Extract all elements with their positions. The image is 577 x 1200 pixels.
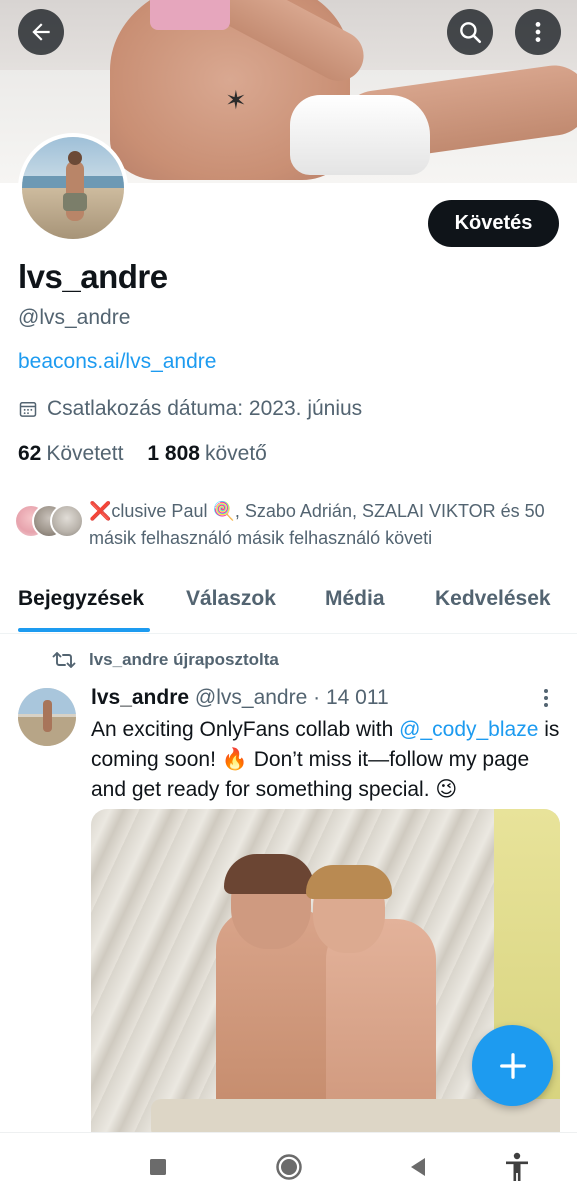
accessibility-button[interactable]: [501, 1151, 533, 1183]
banner-tattoo: ✶: [225, 85, 247, 115]
joined-date-text: Csatlakozás dátuma: 2023. június: [47, 397, 363, 420]
avatar-shorts: [63, 193, 87, 211]
post-avatar-person: [43, 700, 52, 732]
search-icon: [460, 22, 482, 44]
tab-likes[interactable]: Kedvelések: [435, 580, 551, 634]
known-followers[interactable]: ❌clusive Paul 🍭, Szabo Adrián, SZALAI VI…: [14, 498, 564, 554]
following-stat[interactable]: 62 Követett: [18, 442, 123, 466]
compose-post-button[interactable]: [472, 1025, 553, 1106]
more-dot: [544, 696, 548, 700]
following-count: 62: [18, 442, 42, 465]
repost-indicator: lvs_andre újraposztolta: [52, 650, 279, 670]
banner-phone: [150, 0, 230, 30]
recents-button[interactable]: [142, 1151, 174, 1183]
repost-label[interactable]: lvs_andre újraposztolta: [89, 650, 279, 670]
square-icon: [150, 1159, 166, 1175]
joined-date: Csatlakozás dátuma: 2023. június: [18, 397, 362, 421]
followers-label: követő: [204, 442, 267, 465]
android-nav-bar: [0, 1132, 577, 1200]
post-author-name[interactable]: lvs_andre: [91, 686, 189, 709]
post-author-handle[interactable]: @lvs_andre: [195, 686, 307, 709]
post-text: An exciting OnlyFans collab with @_cody_…: [91, 715, 566, 805]
follow-stats: 62 Követett 1 808 követő: [18, 442, 267, 466]
following-label: Követett: [46, 442, 124, 465]
post-timestamp[interactable]: 14 011: [326, 686, 389, 709]
banner-figure-underwear: [290, 95, 430, 175]
post-text-start: An exciting OnlyFans collab with: [91, 718, 400, 741]
accessibility-icon: [506, 1152, 528, 1181]
repost-icon: [52, 652, 76, 668]
known-followers-avatars: [14, 504, 86, 542]
profile-handle: @lvs_andre: [18, 306, 131, 329]
post-separator: ·: [313, 686, 321, 709]
more-dot: [544, 689, 548, 693]
profile-tabs: Bejegyzések Válaszok Média Kedvelések: [0, 580, 577, 634]
media-sofa: [151, 1099, 560, 1134]
media-person-left-hair: [224, 854, 314, 894]
post-mention-link[interactable]: @_cody_blaze: [399, 718, 538, 741]
tab-media[interactable]: Média: [325, 580, 385, 634]
back-button[interactable]: [18, 9, 64, 55]
follow-button[interactable]: Követés: [428, 200, 559, 247]
active-tab-indicator: [18, 628, 150, 632]
profile-avatar[interactable]: [18, 133, 128, 243]
plus-icon: [499, 1052, 526, 1079]
system-back-button[interactable]: [402, 1151, 434, 1183]
profile-link[interactable]: beacons.ai/lvs_andre: [18, 350, 216, 374]
more-options-button[interactable]: [515, 9, 561, 55]
more-dot: [544, 703, 548, 707]
avatar-head: [68, 151, 82, 165]
circle-home-icon: [276, 1154, 302, 1180]
home-button[interactable]: [273, 1151, 305, 1183]
triangle-back-icon: [411, 1158, 425, 1176]
followers-stat[interactable]: 1 808 követő: [147, 442, 266, 466]
post-more-button[interactable]: [536, 684, 556, 712]
known-follower-avatar: [50, 504, 84, 538]
media-person-right-hair: [306, 865, 392, 899]
arrow-left-icon: [32, 23, 50, 41]
more-vertical-icon: [535, 22, 541, 42]
tab-replies[interactable]: Válaszok: [186, 580, 276, 634]
calendar-icon: [19, 402, 37, 417]
tab-posts[interactable]: Bejegyzések: [18, 580, 144, 634]
post-author-avatar[interactable]: [18, 688, 76, 746]
avatar-person: [66, 161, 84, 221]
post-header: lvs_andre @lvs_andre · 14 011: [91, 686, 389, 710]
known-followers-text: ❌clusive Paul 🍭, Szabo Adrián, SZALAI VI…: [89, 501, 545, 548]
profile-display-name: lvs_andre: [18, 258, 168, 295]
followers-count: 1 808: [147, 442, 200, 465]
search-button[interactable]: [447, 9, 493, 55]
